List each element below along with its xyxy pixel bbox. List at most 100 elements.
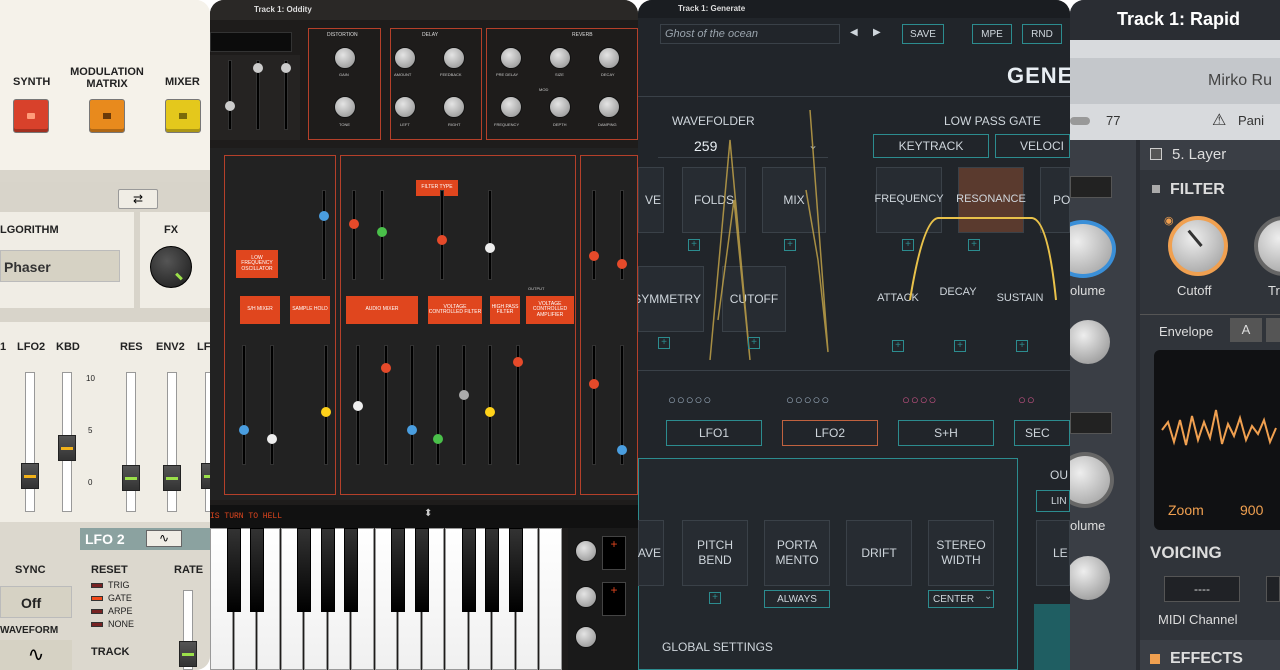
pre-delay-knob[interactable] bbox=[500, 47, 522, 69]
pitch-bend-button[interactable]: PITCH BEND bbox=[682, 520, 748, 586]
level-box[interactable]: LE bbox=[1036, 520, 1070, 586]
depth-knob[interactable] bbox=[549, 96, 571, 118]
black-key[interactable] bbox=[320, 528, 335, 612]
plus-icon[interactable]: + bbox=[968, 239, 980, 251]
value-field[interactable] bbox=[1070, 412, 1112, 434]
slider[interactable] bbox=[617, 345, 627, 465]
filter-type-button[interactable]: FILTER TYPE bbox=[416, 180, 458, 196]
slider[interactable] bbox=[267, 345, 277, 465]
swap-icon[interactable]: ⇄ bbox=[118, 189, 158, 209]
mixer-button[interactable] bbox=[165, 99, 201, 133]
slider[interactable] bbox=[381, 345, 391, 465]
waveform-selector-icon[interactable]: ∿ bbox=[0, 640, 72, 670]
reset-option-arpe[interactable]: ARPE bbox=[108, 606, 133, 616]
black-key[interactable] bbox=[250, 528, 264, 612]
fader-cap[interactable] bbox=[58, 435, 76, 461]
slider[interactable] bbox=[407, 345, 417, 465]
slider[interactable] bbox=[617, 190, 627, 280]
white-key[interactable] bbox=[539, 528, 562, 670]
wave-shape-icon[interactable]: ∿ bbox=[146, 530, 182, 547]
slider[interactable] bbox=[321, 345, 331, 465]
tone-knob[interactable] bbox=[334, 96, 356, 118]
mpe-button[interactable]: MPE bbox=[972, 24, 1012, 44]
slider-cap[interactable] bbox=[589, 379, 599, 389]
amount-knob[interactable] bbox=[394, 47, 416, 69]
slider[interactable] bbox=[377, 190, 387, 280]
preset-display[interactable]: Ghost of the ocean bbox=[660, 24, 840, 44]
envelope-tab[interactable] bbox=[1266, 318, 1280, 342]
wheel-knob[interactable] bbox=[575, 540, 597, 562]
lfo1-shape-icons[interactable]: ○○○○○ bbox=[668, 392, 758, 410]
lfo1-tab[interactable]: LFO1 bbox=[666, 420, 762, 446]
plus-icon[interactable]: + bbox=[902, 239, 914, 251]
slider[interactable] bbox=[485, 345, 495, 465]
sync-dropdown[interactable]: Off bbox=[0, 586, 72, 618]
cutoff-knob[interactable] bbox=[1168, 216, 1228, 276]
algorithm-display[interactable]: Phaser bbox=[0, 250, 120, 282]
envelope-tab-a[interactable]: A bbox=[1230, 318, 1262, 342]
plus-icon[interactable]: + bbox=[602, 536, 626, 570]
plus-icon[interactable]: + bbox=[1016, 340, 1028, 352]
slider-cap[interactable] bbox=[485, 243, 495, 253]
layer-checkbox[interactable] bbox=[1150, 148, 1162, 160]
slider-cap[interactable] bbox=[225, 101, 235, 111]
slider-cap[interactable] bbox=[513, 357, 523, 367]
fader-cap[interactable] bbox=[163, 465, 181, 491]
slider-cap[interactable] bbox=[617, 259, 627, 269]
slider[interactable] bbox=[281, 60, 291, 130]
reset-led-arpe[interactable] bbox=[91, 609, 103, 614]
plus-icon[interactable]: + bbox=[688, 239, 700, 251]
feedback-knob[interactable] bbox=[443, 47, 465, 69]
wave-button[interactable]: AVE bbox=[638, 520, 664, 586]
sec-shape-icons[interactable]: ○○ bbox=[1018, 392, 1070, 410]
frequency-knob[interactable] bbox=[500, 96, 522, 118]
plus-icon[interactable]: + bbox=[602, 582, 626, 616]
lin-button[interactable]: LIN bbox=[1036, 490, 1070, 512]
slider[interactable] bbox=[433, 345, 443, 465]
next-preset-icon[interactable]: ▶ bbox=[873, 27, 881, 38]
plus-icon[interactable]: + bbox=[784, 239, 796, 251]
rate-fader[interactable] bbox=[179, 590, 197, 670]
preset-name[interactable]: IS TURN TO HELL bbox=[210, 512, 282, 521]
sh-tab[interactable]: S+H bbox=[898, 420, 994, 446]
black-key[interactable] bbox=[508, 528, 523, 612]
decay-knob[interactable] bbox=[598, 47, 620, 69]
synth-button[interactable] bbox=[13, 99, 49, 133]
reset-option-trig[interactable]: TRIG bbox=[108, 580, 130, 590]
rnd-button[interactable]: RND bbox=[1022, 24, 1062, 44]
stereo-width-button[interactable]: STEREO WIDTH bbox=[928, 520, 994, 586]
slider-cap[interactable] bbox=[281, 63, 291, 73]
slider-cap[interactable] bbox=[433, 434, 443, 444]
always-dropdown[interactable]: ALWAYS bbox=[764, 590, 830, 608]
drift-button[interactable]: DRIFT bbox=[846, 520, 912, 586]
lfo2-shape-icons[interactable]: ○○○○○ bbox=[786, 392, 876, 410]
slider-cap[interactable] bbox=[381, 363, 391, 373]
slider-cap[interactable] bbox=[353, 401, 363, 411]
preset-arrows-icon[interactable]: ⬍ bbox=[424, 508, 432, 519]
slider-cap[interactable] bbox=[253, 63, 263, 73]
slider[interactable] bbox=[353, 345, 363, 465]
wheel-knob[interactable] bbox=[575, 626, 597, 648]
panic-button[interactable]: Pani bbox=[1238, 113, 1264, 128]
plus-icon[interactable]: + bbox=[954, 340, 966, 352]
slider-cap[interactable] bbox=[267, 434, 277, 444]
slider[interactable] bbox=[589, 345, 599, 465]
slider[interactable] bbox=[459, 345, 469, 465]
res-fader[interactable] bbox=[122, 372, 140, 512]
slider-cap[interactable] bbox=[485, 407, 495, 417]
fx-knob[interactable] bbox=[150, 246, 192, 288]
slider-cap[interactable] bbox=[377, 227, 387, 237]
modulation-matrix-button[interactable] bbox=[89, 99, 125, 133]
effects-checkbox[interactable] bbox=[1150, 654, 1160, 664]
slider-cap[interactable] bbox=[321, 407, 331, 417]
black-key[interactable] bbox=[414, 528, 429, 612]
black-key[interactable] bbox=[226, 528, 241, 612]
reset-option-none[interactable]: NONE bbox=[108, 619, 134, 629]
kbd-fader[interactable] bbox=[58, 372, 76, 512]
left-knob[interactable] bbox=[394, 96, 416, 118]
black-key[interactable] bbox=[344, 528, 358, 612]
damping-knob[interactable] bbox=[598, 96, 620, 118]
env2-fader[interactable] bbox=[163, 372, 181, 512]
black-key[interactable] bbox=[391, 528, 405, 612]
wheel-knob[interactable] bbox=[575, 586, 597, 608]
